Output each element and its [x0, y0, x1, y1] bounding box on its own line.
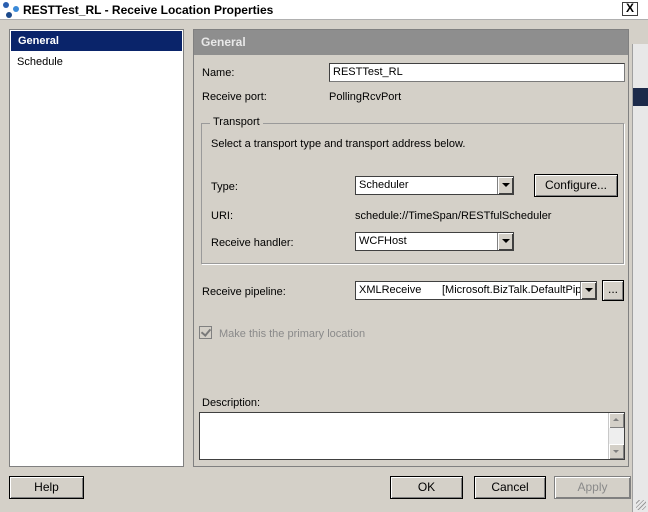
receive-pipeline-label: Receive pipeline:	[202, 286, 286, 298]
transport-group-title: Transport	[210, 116, 263, 128]
description-textarea[interactable]	[199, 412, 625, 460]
receive-handler-select[interactable]: WCFHost	[355, 232, 514, 251]
apply-button[interactable]: Apply	[554, 476, 631, 499]
panel-header: General	[194, 30, 628, 55]
chevron-down-icon[interactable]	[497, 233, 513, 250]
primary-location-label: Make this the primary location	[219, 328, 366, 340]
window-title: RESTTest_RL - Receive Location Propertie…	[23, 2, 274, 17]
description-label: Description:	[202, 397, 261, 409]
transport-instruction: Select a transport type and transport ad…	[211, 138, 466, 150]
scroll-up-icon[interactable]	[609, 413, 624, 428]
close-icon: X	[625, 1, 634, 15]
uri-label: URI:	[211, 210, 233, 222]
cancel-button[interactable]: Cancel	[474, 476, 546, 499]
chevron-down-icon[interactable]	[580, 282, 596, 299]
configure-button[interactable]: Configure...	[534, 174, 618, 197]
receive-port-value: PollingRcvPort	[329, 91, 402, 103]
general-panel: General Name: RESTTest_RL Receive port: …	[193, 29, 629, 467]
sidebar-item-general[interactable]: General	[11, 31, 182, 51]
scroll-down-icon[interactable]	[609, 444, 624, 459]
receive-pipeline-select[interactable]: XMLReceive [Microsoft.BizTalk.DefaultPip	[355, 281, 597, 300]
name-input[interactable]: RESTTest_RL	[329, 63, 625, 82]
receive-port-label: Receive port:	[202, 91, 267, 103]
navigation-list: General Schedule	[9, 29, 184, 467]
type-label: Type:	[211, 181, 238, 193]
sidebar-item-schedule[interactable]: Schedule	[10, 52, 183, 72]
pipeline-assembly: [Microsoft.BizTalk.DefaultPip	[442, 284, 582, 296]
pipeline-name: XMLReceive	[359, 284, 422, 296]
help-button[interactable]: Help	[9, 476, 84, 499]
pipeline-browse-button[interactable]: ...	[602, 280, 624, 301]
ok-button[interactable]: OK	[390, 476, 463, 499]
close-button[interactable]: X	[622, 2, 638, 16]
receive-handler-label: Receive handler:	[211, 237, 294, 249]
uri-value: schedule://TimeSpan/RESTfulScheduler	[355, 210, 552, 222]
transport-groupbox: Transport Select a transport type and tr…	[201, 116, 624, 264]
name-label: Name:	[202, 67, 235, 79]
background-window-edge	[632, 44, 648, 512]
title-bar[interactable]: RESTTest_RL - Receive Location Propertie…	[0, 0, 648, 20]
type-select[interactable]: Scheduler	[355, 176, 514, 195]
chevron-down-icon[interactable]	[497, 177, 513, 194]
description-scrollbar[interactable]	[608, 413, 624, 459]
resize-grip-icon[interactable]	[636, 500, 646, 510]
primary-location-checkbox[interactable]	[199, 326, 212, 339]
biztalk-app-icon	[3, 1, 19, 18]
